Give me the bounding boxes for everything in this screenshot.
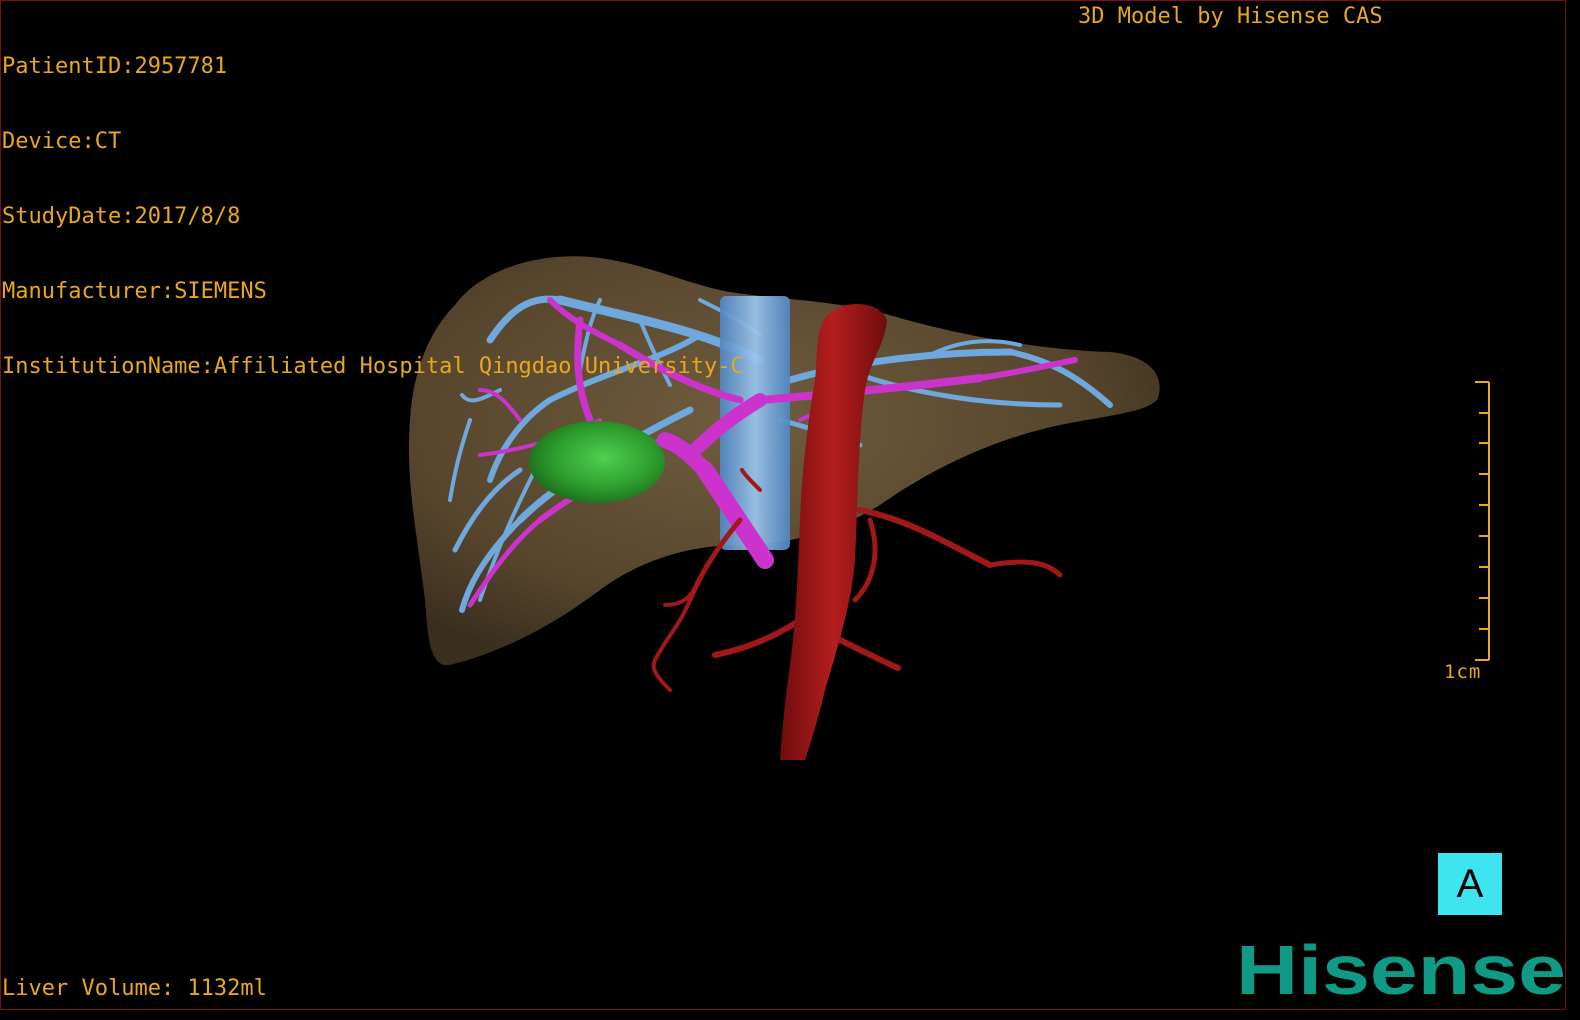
manufacturer: Manufacturer:SIEMENS (2, 279, 267, 304)
dicom-info-overlay: PatientID:2957781 Device:CT StudyDate:20… (2, 4, 744, 404)
view-orientation-label[interactable]: A (1438, 853, 1502, 915)
scale-label: 1cm (1444, 661, 1482, 683)
hisense-logo-text: Hisense (1236, 936, 1566, 1006)
model-credit: 3D Model by Hisense CAS (1078, 4, 1383, 29)
device: Device:CT (2, 129, 122, 154)
scale-bar (1475, 381, 1490, 661)
hisense-logo: Hisense (1236, 936, 1566, 1006)
institution-name: InstitutionName:Affiliated Hospital Qing… (2, 354, 744, 379)
study-date: StudyDate:2017/8/8 (2, 204, 241, 229)
liver-lesion (529, 421, 665, 503)
patient-id: PatientID:2957781 (2, 54, 228, 79)
liver-volume: Liver Volume: 1132ml (2, 976, 267, 1001)
